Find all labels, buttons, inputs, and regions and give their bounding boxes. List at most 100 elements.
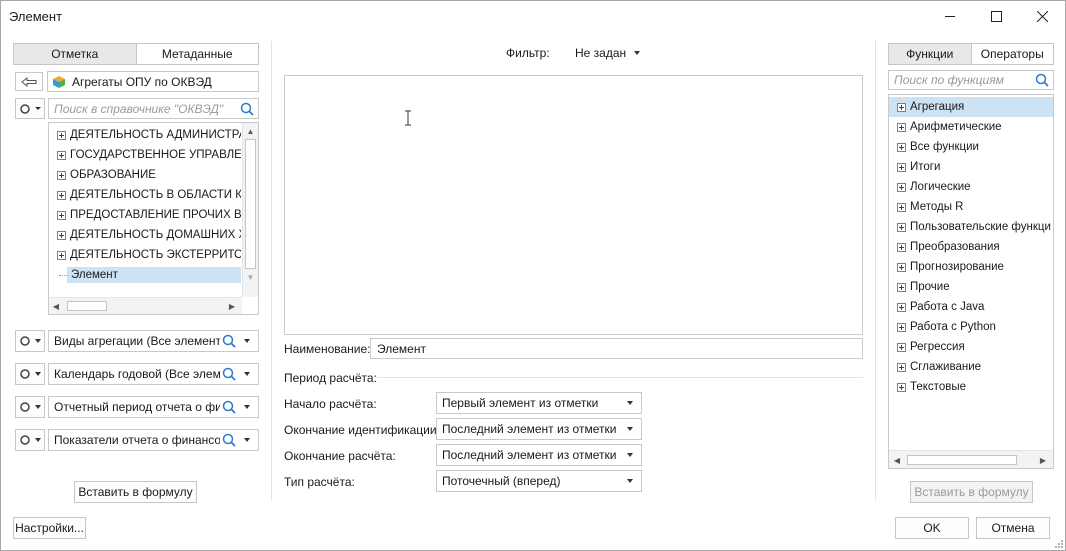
function-group[interactable]: Прогнозирование — [889, 257, 1053, 277]
scroll-down-icon[interactable]: ▼ — [243, 269, 258, 285]
search-icon[interactable] — [222, 400, 236, 414]
plus-expand-icon[interactable] — [57, 250, 66, 260]
scroll-thumb[interactable] — [245, 139, 256, 269]
tab-metadata[interactable]: Метаданные — [135, 44, 258, 64]
formula-editor[interactable] — [284, 75, 863, 335]
search-icon[interactable] — [240, 102, 254, 116]
chevron-down-icon[interactable] — [244, 372, 250, 376]
plus-expand-icon[interactable] — [897, 142, 906, 152]
plus-expand-icon[interactable] — [897, 182, 906, 192]
function-group[interactable]: Сглаживание — [889, 357, 1053, 377]
name-input[interactable]: Элемент — [370, 338, 863, 359]
function-group[interactable]: Работа с Java — [889, 297, 1053, 317]
tree-item[interactable]: ПРЕДОСТАВЛЕНИЕ ПРОЧИХ ВИД — [49, 205, 241, 225]
ident-end-combo[interactable]: Последний элемент из отметки — [436, 418, 642, 440]
tab-functions[interactable]: Функции — [889, 44, 971, 64]
scroll-up-icon[interactable]: ▲ — [243, 123, 258, 139]
search-icon[interactable] — [1035, 73, 1049, 87]
function-group[interactable]: Агрегация — [889, 97, 1053, 117]
plus-expand-icon[interactable] — [897, 162, 906, 172]
scroll-right-icon[interactable]: ▶ — [225, 298, 239, 314]
function-group[interactable]: Преобразования — [889, 237, 1053, 257]
dimension-options[interactable] — [15, 330, 45, 352]
plus-expand-icon[interactable] — [897, 262, 906, 272]
plus-expand-icon[interactable] — [897, 102, 906, 112]
search-icon[interactable] — [222, 367, 236, 381]
function-group[interactable]: Регрессия — [889, 337, 1053, 357]
chevron-down-icon[interactable] — [244, 438, 250, 442]
scroll-left-icon[interactable]: ◀ — [49, 298, 63, 314]
ok-button[interactable]: OK — [895, 517, 969, 539]
tree-item[interactable]: ДЕЯТЕЛЬНОСТЬ АДМИНИСТРАТИ — [49, 125, 241, 145]
plus-expand-icon[interactable] — [897, 242, 906, 252]
dimension-combo[interactable]: Показатели отчета о финансовь — [48, 429, 259, 451]
tree-vscrollbar[interactable]: ▲ ▼ — [242, 123, 258, 297]
calc-type-combo[interactable]: Поточечный (вперед) — [436, 470, 642, 492]
scroll-thumb[interactable] — [67, 301, 107, 311]
tree-hscrollbar[interactable]: ◀ ▶ — [49, 297, 242, 314]
plus-expand-icon[interactable] — [57, 150, 66, 160]
plus-expand-icon[interactable] — [57, 170, 66, 180]
plus-expand-icon[interactable] — [897, 382, 906, 392]
tree-item[interactable]: ДЕЯТЕЛЬНОСТЬ ДОМАШНИХ ХОЗ — [49, 225, 241, 245]
function-group[interactable]: Арифметические — [889, 117, 1053, 137]
plus-expand-icon[interactable] — [897, 322, 906, 332]
scroll-right-icon[interactable]: ▶ — [1037, 452, 1049, 468]
dimension-combo[interactable]: Календарь годовой (Все элемент — [48, 363, 259, 385]
directory-search-input[interactable]: Поиск в справочнике "ОКВЭД" — [48, 98, 259, 119]
function-group[interactable]: Все функции — [889, 137, 1053, 157]
tree-item[interactable]: ОБРАЗОВАНИЕ — [49, 165, 241, 185]
function-group[interactable]: Текстовые — [889, 377, 1053, 397]
tree-item[interactable]: ДЕЯТЕЛЬНОСТЬ ЭКСТЕРРИТОРИА — [49, 245, 241, 265]
search-icon[interactable] — [222, 433, 236, 447]
start-combo[interactable]: Первый элемент из отметки — [436, 392, 642, 414]
tab-selection[interactable]: Отметка — [14, 44, 136, 64]
dimension-combo[interactable]: Виды агрегации (Все элементы) — [48, 330, 259, 352]
plus-expand-icon[interactable] — [897, 122, 906, 132]
function-group[interactable]: Методы R — [889, 197, 1053, 217]
tree-item-selected[interactable]: Элемент — [49, 265, 241, 285]
plus-expand-icon[interactable] — [897, 342, 906, 352]
chevron-down-icon[interactable] — [244, 339, 250, 343]
dimension-combo[interactable]: Отчетный период отчета о фина — [48, 396, 259, 418]
function-group[interactable]: Работа с Python — [889, 317, 1053, 337]
close-button[interactable] — [1019, 1, 1065, 31]
filter-dropdown[interactable]: Не задан — [575, 46, 641, 60]
dimension-options[interactable] — [15, 363, 45, 385]
search-icon[interactable] — [222, 334, 236, 348]
scroll-left-icon[interactable]: ◀ — [891, 452, 903, 468]
chevron-down-icon[interactable] — [244, 405, 250, 409]
dimension-options[interactable] — [15, 429, 45, 451]
scroll-thumb[interactable] — [907, 455, 1017, 465]
tab-operators[interactable]: Операторы — [970, 44, 1053, 64]
minimize-button[interactable] — [927, 1, 973, 31]
plus-expand-icon[interactable] — [897, 302, 906, 312]
back-button[interactable] — [15, 72, 43, 91]
tree-item[interactable]: ГОСУДАРСТВЕННОЕ УПРАВЛЕНИ — [49, 145, 241, 165]
tree-item[interactable]: ДЕЯТЕЛЬНОСТЬ В ОБЛАСТИ КУЛЬ — [49, 185, 241, 205]
plus-expand-icon[interactable] — [897, 202, 906, 212]
left-insert-button[interactable]: Вставить в формулу — [74, 481, 197, 503]
right-insert-button[interactable]: Вставить в формулу — [910, 481, 1033, 503]
dimension-options[interactable] — [15, 396, 45, 418]
plus-expand-icon[interactable] — [897, 282, 906, 292]
function-hscrollbar[interactable]: ◀ ▶ — [889, 450, 1053, 468]
cancel-button[interactable]: Отмена — [976, 517, 1050, 539]
function-group[interactable]: Прочие — [889, 277, 1053, 297]
source-field[interactable]: Агрегаты ОПУ по ОКВЭД — [47, 71, 259, 92]
resize-grip-icon[interactable] — [1054, 539, 1064, 549]
plus-expand-icon[interactable] — [897, 222, 906, 232]
function-group[interactable]: Итоги — [889, 157, 1053, 177]
function-group[interactable]: Пользовательские функци — [889, 217, 1053, 237]
plus-expand-icon[interactable] — [57, 190, 66, 200]
plus-expand-icon[interactable] — [57, 210, 66, 220]
settings-button[interactable]: Настройки... — [13, 517, 86, 539]
options-dropdown[interactable] — [15, 98, 45, 119]
plus-expand-icon[interactable] — [57, 130, 66, 140]
function-group[interactable]: Логические — [889, 177, 1053, 197]
plus-expand-icon[interactable] — [897, 362, 906, 372]
end-combo[interactable]: Последний элемент из отметки — [436, 444, 642, 466]
function-search-input[interactable]: Поиск по функциям — [888, 70, 1054, 90]
plus-expand-icon[interactable] — [57, 230, 66, 240]
maximize-button[interactable] — [973, 1, 1019, 31]
